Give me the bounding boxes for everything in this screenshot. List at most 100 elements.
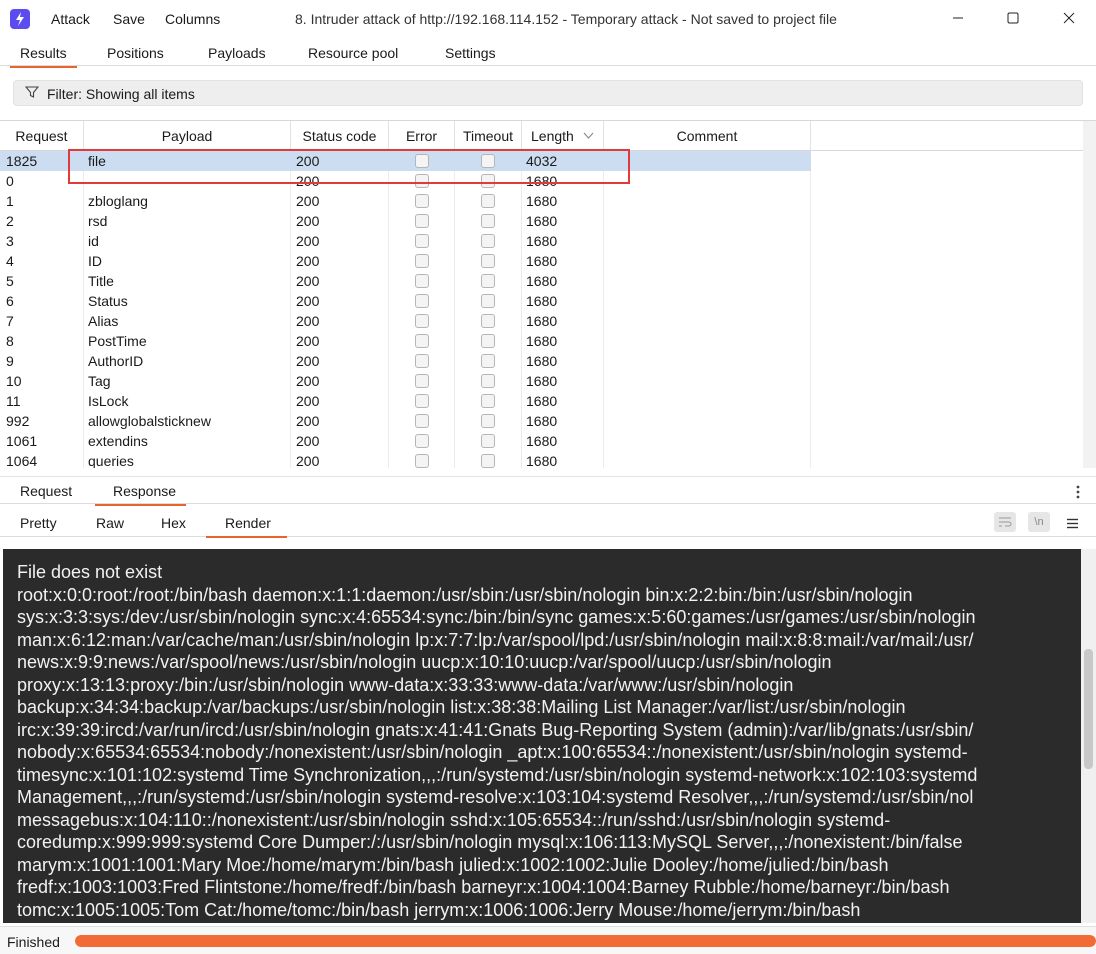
error-checkbox	[415, 354, 429, 368]
menu-columns[interactable]: Columns	[165, 11, 220, 27]
timeout-checkbox	[481, 314, 495, 328]
error-checkbox	[415, 434, 429, 448]
table-row[interactable]: 5 Title 200 1680	[0, 271, 811, 291]
cell-payload: id	[88, 233, 99, 249]
menu-attack[interactable]: Attack	[51, 11, 90, 27]
cell-length: 1680	[526, 453, 558, 468]
tab-resource-pool[interactable]: Resource pool	[308, 45, 398, 61]
table-row[interactable]: 11 IsLock 200 1680	[0, 391, 811, 411]
view-tabs: Pretty Raw Hex Render \n	[0, 505, 1096, 538]
column-request[interactable]: Request	[0, 121, 84, 151]
render-line: root:x:0:0:root:/root:/bin/bash daemon:x…	[17, 584, 913, 605]
kebab-menu-icon[interactable]	[1073, 484, 1083, 500]
cell-request: 1825	[6, 153, 38, 169]
cell-payload: allowglobalsticknew	[88, 413, 211, 429]
cell-length: 1680	[526, 233, 558, 249]
cell-request: 9	[6, 353, 14, 369]
maximize-icon[interactable]	[990, 4, 1036, 32]
table-row[interactable]: 992 allowglobalsticknew 200 1680	[0, 411, 811, 431]
tab-render[interactable]: Render	[206, 515, 287, 538]
hamburger-menu-icon[interactable]	[1066, 516, 1079, 532]
table-row[interactable]: 1 zbloglang 200 1680	[0, 191, 811, 211]
cell-length: 1680	[526, 353, 558, 369]
cell-request: 992	[6, 413, 30, 429]
tab-raw[interactable]: Raw	[96, 515, 124, 531]
tab-payloads[interactable]: Payloads	[208, 45, 266, 61]
error-checkbox	[415, 394, 429, 408]
table-scrollbar[interactable]	[1083, 121, 1096, 468]
cell-status-code: 200	[296, 333, 320, 349]
table-row[interactable]: 6 Status 200 1680	[0, 291, 811, 311]
wrap-lines-icon[interactable]	[994, 512, 1016, 532]
close-icon[interactable]	[1046, 4, 1092, 32]
render-scrollbar[interactable]	[1081, 549, 1096, 923]
table-row[interactable]: 2 rsd 200 1680	[0, 211, 811, 231]
tab-settings[interactable]: Settings	[445, 45, 496, 61]
cell-payload: rsd	[88, 213, 108, 229]
newline-icon[interactable]: \n	[1028, 512, 1050, 532]
render-line: coredump:x:999:999:systemd Core Dumper:/…	[17, 832, 963, 852]
cell-status-code: 200	[296, 433, 320, 449]
error-checkbox	[415, 414, 429, 428]
timeout-checkbox	[481, 274, 495, 288]
column-payload[interactable]: Payload	[84, 121, 291, 151]
cell-request: 10	[6, 373, 22, 389]
table-row[interactable]: 3 id 200 1680	[0, 231, 811, 251]
cell-status-code: 200	[296, 233, 320, 249]
filter-icon	[24, 85, 40, 102]
table-row[interactable]: 8 PostTime 200 1680	[0, 331, 811, 351]
tab-positions[interactable]: Positions	[107, 45, 164, 61]
cell-payload: Tag	[88, 373, 111, 389]
column-status-code[interactable]: Status code	[291, 121, 389, 151]
cell-request: 7	[6, 313, 14, 329]
cell-request: 8	[6, 333, 14, 349]
error-checkbox	[415, 374, 429, 388]
table-row[interactable]: 9 AuthorID 200 1680	[0, 351, 811, 371]
table-row[interactable]: 1064 queries 200 1680	[0, 451, 811, 468]
cell-payload: Alias	[88, 313, 119, 329]
timeout-checkbox	[481, 214, 495, 228]
table-row[interactable]: 7 Alias 200 1680	[0, 311, 811, 331]
cell-request: 3	[6, 233, 14, 249]
cell-status-code: 200	[296, 313, 320, 329]
menu-save[interactable]: Save	[113, 11, 145, 27]
cell-status-code: 200	[296, 353, 320, 369]
render-scrollbar-thumb[interactable]	[1084, 649, 1093, 769]
render-line: nobody:x:65534:65534:nobody:/nonexistent…	[17, 742, 968, 762]
minimize-icon[interactable]	[935, 4, 981, 32]
tab-pretty[interactable]: Pretty	[20, 515, 57, 531]
cell-request: 2	[6, 213, 14, 229]
cell-status-code: 200	[296, 193, 320, 209]
table-row[interactable]: 4 ID 200 1680	[0, 251, 811, 271]
cell-length: 1680	[526, 293, 558, 309]
cell-payload: IsLock	[88, 393, 129, 409]
tab-hex[interactable]: Hex	[161, 515, 186, 531]
cell-payload: Title	[88, 273, 114, 289]
cell-payload: extendins	[88, 433, 148, 449]
window-title: 8. Intruder attack of http://192.168.114…	[295, 11, 837, 27]
column-timeout[interactable]: Timeout	[455, 121, 522, 151]
tab-response[interactable]: Response	[94, 483, 187, 506]
timeout-checkbox	[481, 234, 495, 248]
tab-request[interactable]: Request	[20, 483, 72, 499]
tab-results[interactable]: Results	[10, 45, 77, 68]
cell-length: 1680	[526, 373, 558, 389]
table-row[interactable]: 1061 extendins 200 1680	[0, 431, 811, 451]
table-row[interactable]: 10 Tag 200 1680	[0, 371, 811, 391]
render-content: File does not exist root:x:0:0:root:/root…	[17, 561, 1081, 921]
progress-fill	[75, 935, 1096, 947]
column-comment[interactable]: Comment	[604, 121, 811, 151]
cell-length: 1680	[526, 193, 558, 209]
cell-length: 1680	[526, 273, 558, 289]
error-checkbox	[415, 454, 429, 468]
filter-bar[interactable]: Filter: Showing all items	[13, 80, 1083, 106]
title-bar: Attack Save Columns 8. Intruder attack o…	[0, 0, 1096, 38]
cell-request: 4	[6, 253, 14, 269]
progress-bar	[75, 935, 1096, 947]
status-bar: Finished	[0, 926, 1096, 954]
column-length[interactable]: Length	[522, 121, 604, 151]
render-view[interactable]: File does not exist root:x:0:0:root:/root…	[3, 549, 1081, 923]
column-error[interactable]: Error	[389, 121, 455, 151]
cell-payload: queries	[88, 453, 134, 468]
timeout-checkbox	[481, 434, 495, 448]
